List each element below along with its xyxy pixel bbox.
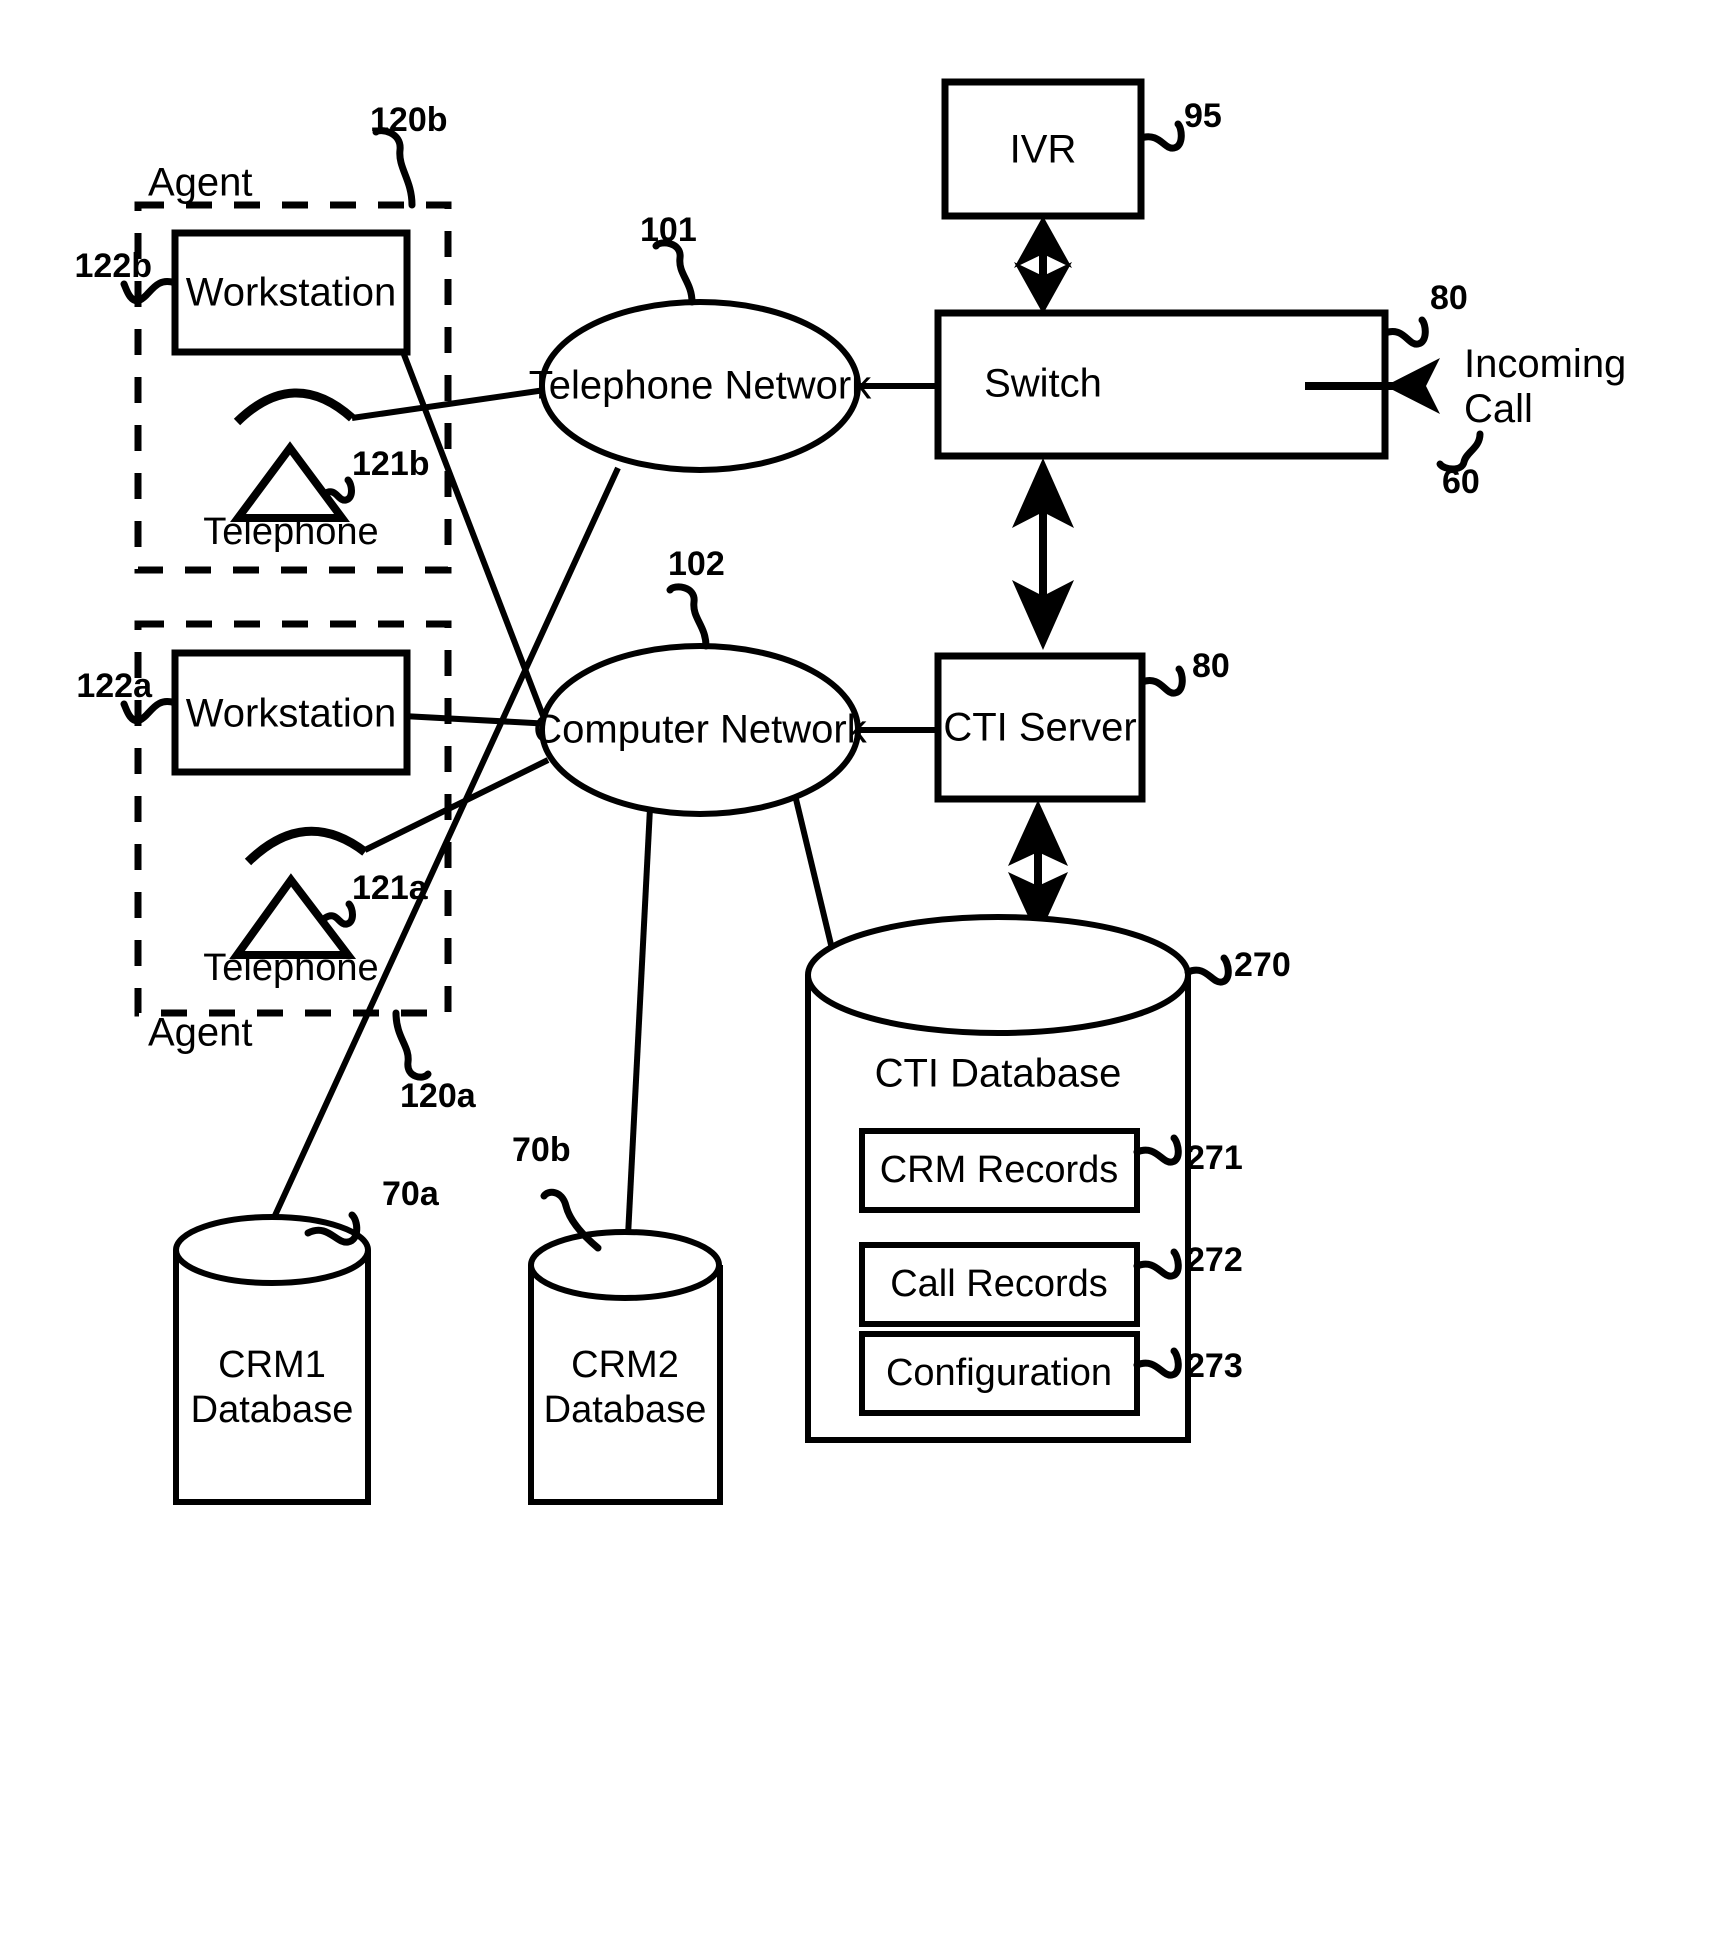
lead-120b	[372, 127, 416, 209]
telephone-b-arc	[233, 388, 356, 426]
lead-95	[1137, 120, 1185, 152]
ref-270: 270	[1234, 946, 1291, 984]
ref-121b: 121b	[352, 445, 430, 483]
ref-101: 101	[640, 211, 697, 249]
call-records-label: Call Records	[890, 1263, 1108, 1305]
workstation-b-label: Workstation	[186, 271, 396, 315]
ref-70a: 70a	[382, 1175, 440, 1213]
telephone-network-label: Telephone Network	[529, 364, 872, 408]
telephone-network-node[interactable]: Telephone Network 101	[529, 211, 872, 473]
lead-101	[652, 239, 696, 306]
lead-switch-80	[1381, 316, 1429, 348]
lead-102	[666, 583, 710, 650]
crm-records-label: CRM Records	[880, 1149, 1119, 1191]
computer-network-label: Computer Network	[533, 708, 867, 752]
configuration-label: Configuration	[886, 1352, 1112, 1394]
cti-database-cylinder-top	[805, 914, 1191, 1036]
link-workstation-b-to-computer-network	[400, 350, 563, 762]
switch-node[interactable]: Switch 80	[934, 279, 1468, 460]
ref-122a: 122a	[76, 667, 153, 705]
incoming-call-line2: Call	[1464, 387, 1533, 431]
cti-server-node[interactable]: CTI Server 80	[934, 647, 1230, 803]
ivr-label: IVR	[1010, 128, 1077, 172]
crm2-label-line1: CRM2	[571, 1344, 679, 1386]
telephone-a-arc	[244, 826, 368, 866]
ref-120b: 120b	[370, 101, 448, 139]
telephone-a-label: Telephone	[203, 947, 378, 989]
agent-group-a: Agent 120a Workstation 122a Telephone 12…	[76, 620, 477, 1115]
crm1-cylinder-top	[173, 1214, 371, 1286]
crm1-label-line1: CRM1	[218, 1344, 326, 1386]
lead-120a	[392, 1009, 432, 1081]
ref-switch-80: 80	[1430, 279, 1468, 317]
ref-95: 95	[1184, 97, 1222, 135]
ref-272: 272	[1186, 1241, 1243, 1279]
crm2-database-node[interactable]: CRM2 Database 70b	[512, 1131, 723, 1505]
cti-server-label: CTI Server	[943, 706, 1136, 750]
cti-database-label: CTI Database	[875, 1052, 1122, 1096]
arrow-head-incoming-call	[1385, 358, 1440, 414]
telephone-b-label: Telephone	[203, 511, 378, 553]
arrow-ivr-switch	[1014, 216, 1072, 314]
switch-label: Switch	[984, 362, 1102, 406]
telephone-b-triangle	[230, 441, 350, 522]
agent-a-label: Agent	[148, 1011, 253, 1055]
lead-121a	[321, 900, 356, 928]
ref-122b: 122b	[75, 247, 153, 285]
agent-group-b: Agent 120b Workstation 122b Telephone 12…	[75, 101, 452, 574]
lead-270	[1184, 954, 1232, 986]
lead-cti-server-80	[1138, 665, 1186, 697]
ref-271: 271	[1186, 1139, 1243, 1177]
incoming-call-line1: Incoming	[1464, 342, 1626, 386]
cti-database-node[interactable]: CTI Database 270 CRM Records 271 Call Re…	[805, 914, 1291, 1443]
ref-121a: 121a	[352, 869, 429, 907]
ref-102: 102	[668, 545, 725, 583]
agent-b-label: Agent	[148, 161, 253, 205]
ref-70b: 70b	[512, 1131, 571, 1169]
block-diagram: Agent 120b Workstation 122b Telephone 12…	[75, 78, 1626, 1505]
ref-60: 60	[1442, 463, 1480, 501]
ref-cti-server-80: 80	[1192, 647, 1230, 685]
crm1-label-line2: Database	[191, 1389, 354, 1431]
crm2-cylinder-top	[528, 1229, 722, 1301]
computer-network-node[interactable]: Computer Network 102	[533, 545, 868, 817]
arrow-switch-cti-server	[1012, 458, 1074, 650]
workstation-a-label: Workstation	[186, 692, 396, 736]
crm2-label-line2: Database	[544, 1389, 707, 1431]
ivr-node[interactable]: IVR 95	[941, 78, 1222, 220]
link-workstation-a-to-computer-network	[402, 713, 553, 727]
link-computer-network-to-crm2	[625, 807, 653, 1237]
figure-canvas: Agent 120b Workstation 122b Telephone 12…	[0, 0, 1731, 1959]
ref-120a: 120a	[400, 1077, 477, 1115]
ref-273: 273	[1186, 1347, 1243, 1385]
crm1-database-node[interactable]: CRM1 Database 70a	[173, 1175, 440, 1505]
